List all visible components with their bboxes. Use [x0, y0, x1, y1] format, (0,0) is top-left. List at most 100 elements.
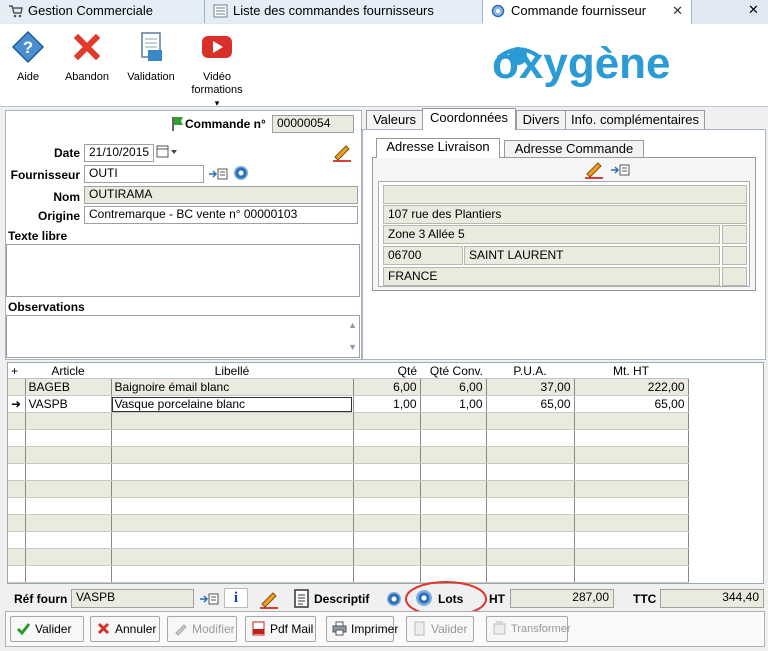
cell-libelle[interactable]: Baignoire émail blanc [111, 378, 354, 396]
empty-cell[interactable] [420, 480, 487, 498]
empty-cell[interactable] [8, 446, 26, 464]
list-select-icon[interactable] [208, 167, 228, 181]
cell-article[interactable]: VASPB [25, 395, 112, 413]
empty-cell[interactable] [420, 514, 487, 532]
empty-cell[interactable] [574, 429, 689, 447]
empty-cell[interactable] [353, 446, 421, 464]
tab-gestion-commerciale[interactable]: Gestion Commerciale [0, 0, 205, 23]
empty-cell[interactable] [111, 429, 354, 447]
empty-cell[interactable] [111, 480, 354, 498]
cell-qte-conv[interactable]: 1,00 [420, 395, 487, 413]
city-select-button[interactable] [722, 246, 747, 265]
cell-qte[interactable]: 6,00 [353, 378, 421, 396]
empty-cell[interactable] [111, 531, 354, 549]
valider-button[interactable]: Valider [10, 616, 84, 642]
empty-cell[interactable] [574, 548, 689, 566]
empty-cell[interactable] [574, 446, 689, 464]
cell-article[interactable]: BAGEB [25, 378, 112, 396]
add-column-icon[interactable]: + [8, 363, 25, 379]
info-icon[interactable]: i [224, 588, 248, 608]
descriptif-button[interactable]: Descriptif [314, 592, 369, 606]
empty-cell[interactable] [8, 480, 26, 498]
tab-info-complementaires[interactable]: Info. complémentaires [565, 110, 705, 129]
empty-cell[interactable] [8, 548, 26, 566]
scroll-up-icon[interactable]: ▲ [348, 318, 357, 333]
table-row[interactable]: ➜ VASPB Vasque porcelaine blanc 1,00 1,0… [8, 395, 689, 413]
empty-cell[interactable] [486, 446, 575, 464]
empty-cell[interactable] [486, 565, 575, 583]
empty-cell[interactable] [420, 412, 487, 430]
annuler-button[interactable]: Annuler [90, 616, 160, 642]
empty-cell[interactable] [486, 497, 575, 515]
empty-table-row[interactable] [8, 531, 689, 549]
empty-cell[interactable] [25, 480, 112, 498]
free-text-area[interactable] [6, 244, 360, 297]
empty-cell[interactable] [420, 446, 487, 464]
empty-cell[interactable] [486, 548, 575, 566]
pdf-mail-button[interactable]: Pdf Mail [245, 616, 316, 642]
empty-cell[interactable] [486, 412, 575, 430]
tab-divers[interactable]: Divers [516, 110, 566, 129]
empty-cell[interactable] [574, 565, 689, 583]
empty-cell[interactable] [8, 497, 26, 515]
empty-cell[interactable] [111, 497, 354, 515]
cell-qte[interactable]: 1,00 [353, 395, 421, 413]
empty-cell[interactable] [8, 514, 26, 532]
col-article[interactable]: Article [25, 363, 111, 379]
empty-cell[interactable] [25, 531, 112, 549]
scroll-down-icon[interactable]: ▼ [348, 340, 357, 355]
country-select-button[interactable] [722, 267, 747, 286]
empty-cell[interactable] [8, 463, 26, 481]
empty-cell[interactable] [420, 548, 487, 566]
empty-cell[interactable] [486, 514, 575, 532]
empty-cell[interactable] [25, 514, 112, 532]
address-list-icon[interactable] [610, 163, 630, 177]
empty-table-row[interactable] [8, 446, 689, 464]
empty-cell[interactable] [420, 429, 487, 447]
empty-table-row[interactable] [8, 497, 689, 515]
empty-cell[interactable] [8, 565, 26, 583]
empty-cell[interactable] [420, 497, 487, 515]
cell-mt-ht[interactable]: 222,00 [574, 378, 689, 396]
cell-qte-conv[interactable]: 6,00 [420, 378, 487, 396]
empty-cell[interactable] [111, 446, 354, 464]
empty-cell[interactable] [111, 548, 354, 566]
col-pua[interactable]: P.U.A. [486, 363, 574, 379]
empty-cell[interactable] [8, 429, 26, 447]
empty-cell[interactable] [8, 412, 26, 430]
close-tab-icon[interactable]: ✕ [672, 0, 683, 22]
empty-cell[interactable] [25, 463, 112, 481]
cell-libelle[interactable]: Vasque porcelaine blanc [111, 395, 354, 413]
imprimer-button[interactable]: Imprimer [326, 616, 398, 642]
empty-table-row[interactable] [8, 429, 689, 447]
empty-table-row[interactable] [8, 514, 689, 532]
cell-pua[interactable]: 65,00 [486, 395, 575, 413]
window-close-icon[interactable]: ✕ [748, 2, 759, 18]
empty-cell[interactable] [111, 565, 354, 583]
observations-area[interactable]: ▲ ▼ [6, 315, 360, 358]
empty-cell[interactable] [353, 514, 421, 532]
empty-cell[interactable] [353, 497, 421, 515]
abandon-button[interactable]: Abandon [62, 30, 112, 84]
ref-list-icon[interactable] [199, 592, 219, 606]
tab-valeurs[interactable]: Valeurs [366, 110, 423, 129]
empty-cell[interactable] [486, 429, 575, 447]
tab-liste-commandes[interactable]: Liste des commandes fournisseurs [205, 0, 483, 23]
empty-table-row[interactable] [8, 412, 689, 430]
empty-cell[interactable] [353, 463, 421, 481]
empty-cell[interactable] [574, 531, 689, 549]
empty-cell[interactable] [25, 497, 112, 515]
tab-commande-fournisseur[interactable]: Commande fournisseur ✕ [483, 0, 692, 25]
col-mt-ht[interactable]: Mt. HT [574, 363, 688, 379]
col-qte[interactable]: Qté [353, 363, 420, 379]
empty-cell[interactable] [486, 463, 575, 481]
settings-gear-icon[interactable] [234, 166, 248, 183]
validation-button[interactable]: Validation [124, 30, 178, 84]
empty-table-row[interactable] [8, 463, 689, 481]
edit-pencil-icon[interactable] [331, 142, 353, 162]
cell-pua[interactable]: 37,00 [486, 378, 575, 396]
empty-cell[interactable] [111, 412, 354, 430]
empty-cell[interactable] [420, 531, 487, 549]
empty-cell[interactable] [25, 548, 112, 566]
col-qte-conv[interactable]: Qté Conv. [420, 363, 486, 379]
